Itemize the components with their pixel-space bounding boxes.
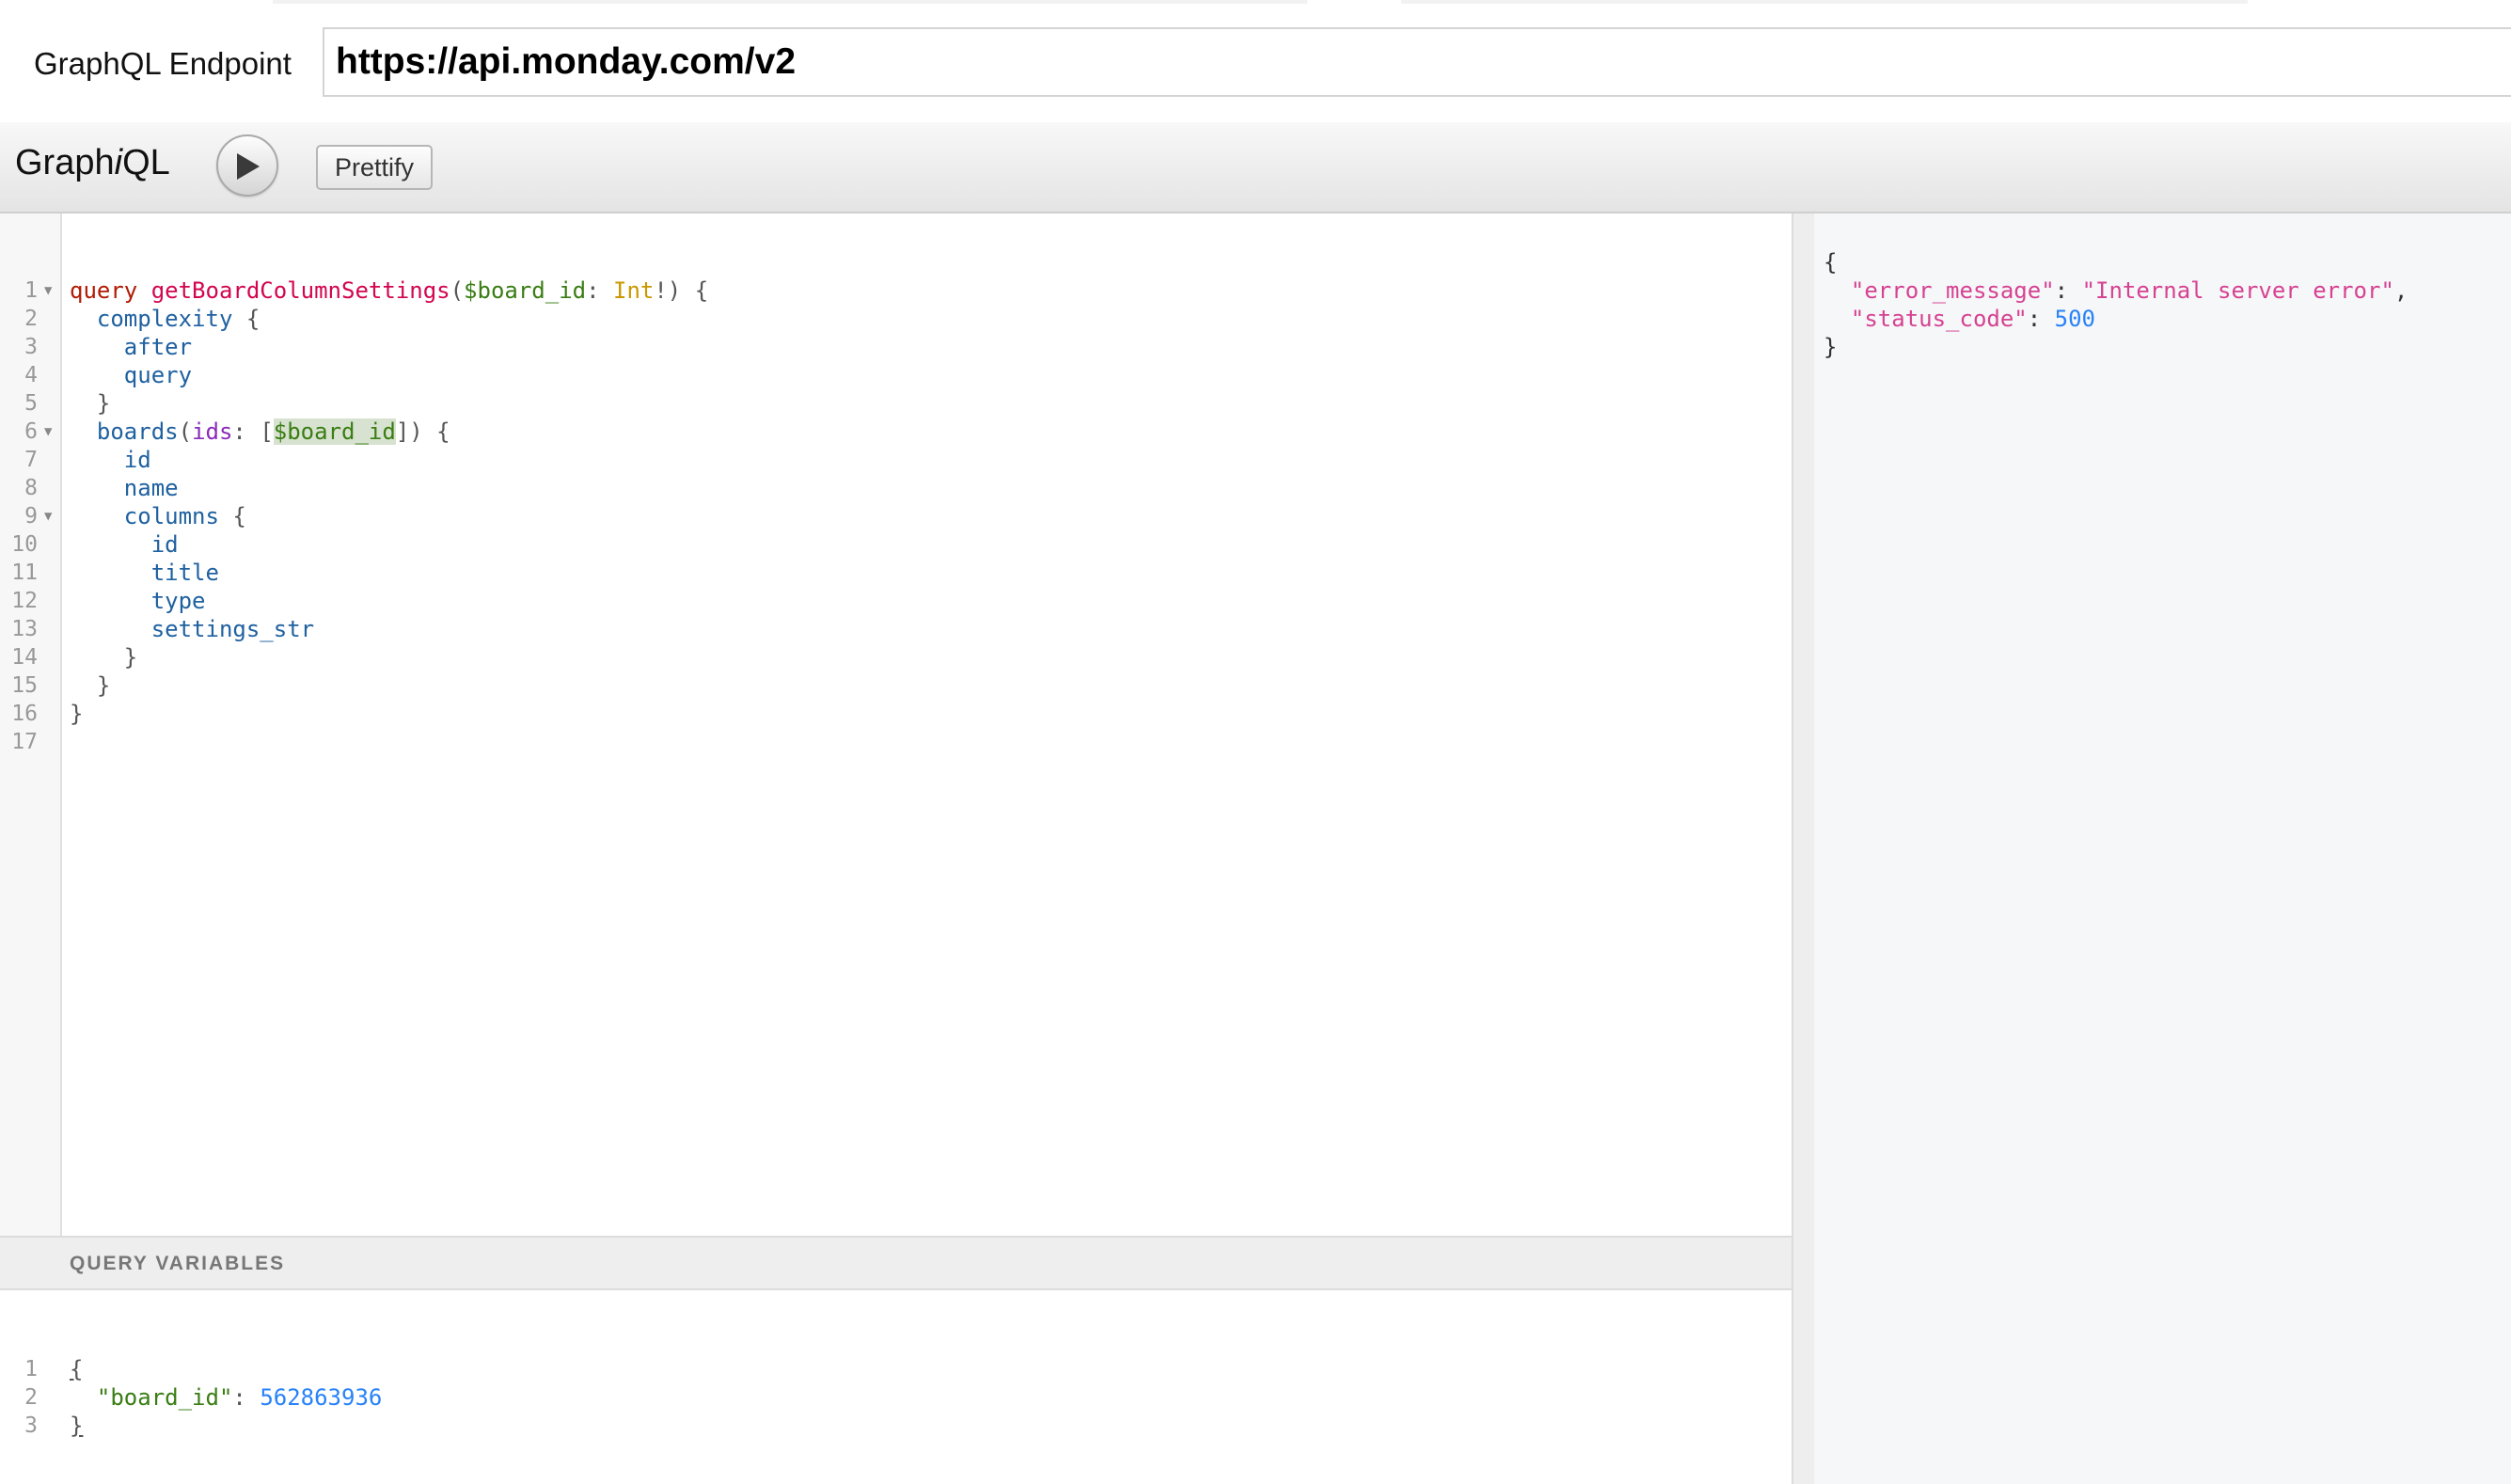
variable-token: $board_id — [464, 277, 587, 304]
endpoint-label: GraphQL Endpoint — [34, 46, 292, 81]
query-editor[interactable] — [0, 213, 1792, 1236]
field-token: type — [150, 588, 206, 614]
code-line: 3} — [0, 1383, 83, 1439]
operation-name: getBoardColumnSettings — [150, 277, 450, 304]
field-token: title — [150, 560, 219, 586]
code-line: 9 ▼ columns { — [0, 474, 246, 529]
code-line: 11 title — [0, 530, 219, 586]
code-line: 6 ▼ boards(ids: [$board_id]) { — [0, 389, 450, 445]
result-line: "status_code": 500 — [1850, 306, 2096, 332]
field-token: boards — [96, 418, 179, 445]
json-string: "Internal server error" — [2081, 277, 2394, 304]
code-line: 5 } — [0, 361, 110, 417]
code-line: 13 settings_str — [0, 587, 314, 642]
variable-token-highlighted: $board_id — [273, 418, 396, 445]
code-line: 8 name — [0, 446, 178, 501]
code-line: 14 } — [0, 615, 137, 671]
field-token: complexity — [96, 306, 233, 332]
field-token: name — [123, 475, 179, 501]
execute-query-button[interactable] — [216, 134, 278, 197]
browser-tab-strip — [0, 0, 2511, 26]
keyword-token: query — [70, 277, 138, 304]
code-line: 2 "board_id": 562863936 — [0, 1355, 382, 1411]
code-line: 17 — [0, 700, 55, 754]
field-token: id — [123, 447, 151, 473]
endpoint-url-input[interactable]: https://api.monday.com/v2 — [323, 27, 2511, 97]
json-number: 500 — [2054, 306, 2096, 332]
json-number: 562863936 — [260, 1384, 383, 1411]
code-line: 16} — [0, 671, 83, 727]
prettify-button[interactable]: Prettify — [316, 145, 433, 190]
code-line: 1{ — [0, 1327, 83, 1382]
code-line: 10 id — [0, 502, 178, 558]
result-pane — [1814, 213, 2511, 1484]
logo-text-italic: i — [114, 143, 123, 182]
code-line: 1 ▼ query getBoardColumnSettings($board_id… — [0, 248, 708, 304]
play-icon — [237, 153, 260, 180]
code-line: 15 } — [0, 643, 110, 699]
code-line: 2 complexity { — [0, 276, 260, 332]
field-token: settings_str — [150, 616, 315, 642]
json-key: "board_id" — [96, 1384, 233, 1411]
argument-token: ids — [192, 418, 233, 445]
pane-resize-handle[interactable] — [1792, 213, 1814, 1484]
query-variables-header[interactable]: QUERY VARIABLES — [0, 1236, 1792, 1290]
result-line: } — [1824, 334, 1838, 360]
field-token: after — [123, 334, 193, 360]
result-line: { — [1824, 249, 1838, 276]
code-line: 3 after — [0, 305, 192, 360]
tab-strip-segment — [273, 0, 1307, 4]
result-line: "error_message": "Internal server error"… — [1850, 277, 2408, 304]
graphiql-logo: GraphiQL — [15, 143, 170, 183]
query-variables-title: QUERY VARIABLES — [70, 1253, 286, 1274]
logo-text: QL — [122, 143, 170, 182]
code-line: 4 query — [0, 333, 192, 388]
json-key: "error_message" — [1850, 277, 2055, 304]
tab-strip-segment — [1401, 0, 2248, 4]
field-token: id — [150, 531, 179, 558]
line-number: 3 — [24, 1413, 38, 1438]
code-line: 12 type — [0, 559, 205, 614]
field-token: columns — [123, 503, 219, 529]
code-line: 7 id — [0, 418, 151, 473]
field-token: query — [123, 362, 193, 388]
type-token: Int — [613, 277, 655, 304]
line-number: 17 — [11, 730, 38, 754]
json-key: "status_code" — [1850, 306, 2028, 332]
logo-text: Graph — [15, 143, 115, 182]
